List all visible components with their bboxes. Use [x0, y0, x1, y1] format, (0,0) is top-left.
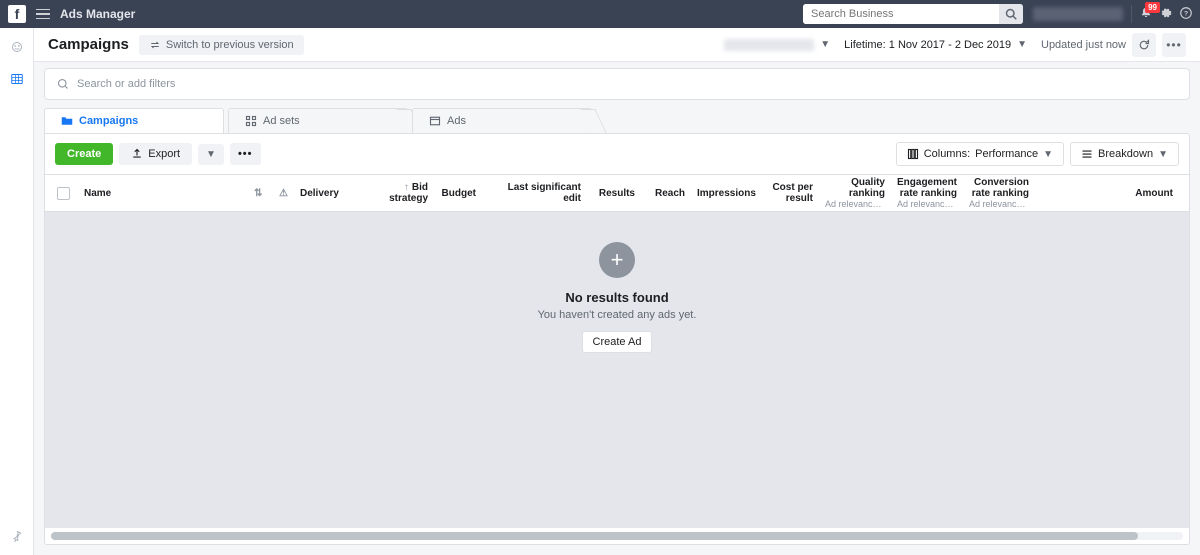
account-selector-redacted[interactable]: [724, 39, 814, 51]
select-all-checkbox[interactable]: [57, 187, 70, 200]
col-budget[interactable]: Budget: [434, 188, 482, 199]
date-caret-icon: ▼: [1017, 39, 1027, 50]
table-body: + No results found You haven't created a…: [45, 212, 1189, 528]
date-range-selector[interactable]: Lifetime: 1 Nov 2017 - 2 Dec 2019 ▼: [844, 39, 1027, 51]
app-title: Ads Manager: [60, 7, 135, 21]
tab-label: Ad sets: [263, 115, 300, 127]
export-label: Export: [148, 148, 180, 160]
horizontal-scrollbar[interactable]: [51, 532, 1183, 540]
breakdown-label: Breakdown: [1098, 148, 1153, 160]
svg-text:?: ?: [1184, 10, 1188, 17]
tab-label: Ads: [447, 115, 466, 127]
left-rail: [0, 28, 34, 555]
search-icon: [57, 78, 69, 90]
col-last-edit[interactable]: Last significant edit: [482, 182, 587, 204]
col-bid-strategy[interactable]: ↑Bid strategy: [364, 182, 434, 204]
caret-icon: ▼: [1043, 149, 1053, 160]
breakdown-button[interactable]: Breakdown ▼: [1070, 142, 1179, 166]
refresh-button[interactable]: [1132, 33, 1156, 57]
caret-icon: ▼: [1158, 149, 1168, 160]
filter-placeholder: Search or add filters: [77, 78, 175, 90]
plus-circle-icon: +: [599, 242, 635, 278]
rail-table-icon[interactable]: [8, 70, 26, 88]
account-name-redacted[interactable]: [1033, 7, 1123, 21]
updated-label: Updated just now: [1041, 39, 1126, 51]
main: Campaigns Switch to previous version ▼ L…: [34, 28, 1200, 555]
adsets-icon: [245, 115, 257, 127]
rail-pin-icon[interactable]: [8, 527, 26, 545]
switch-version-button[interactable]: Switch to previous version: [139, 35, 304, 55]
col-delivery[interactable]: Delivery: [294, 188, 364, 199]
refresh-icon: [1138, 39, 1150, 51]
settings-button[interactable]: [1160, 7, 1172, 22]
gear-icon: [1160, 7, 1172, 19]
empty-title: No results found: [565, 290, 668, 305]
more-icon: •••: [238, 148, 253, 160]
col-engagement-ranking[interactable]: Engagement rate ranking Ad relevance dia…: [891, 177, 963, 209]
columns-label: Columns:: [924, 148, 970, 160]
tab-ads[interactable]: Ads: [412, 108, 592, 133]
search-button[interactable]: [999, 4, 1023, 24]
export-dropdown-button[interactable]: ▼: [198, 144, 224, 165]
page-title: Campaigns: [48, 36, 129, 53]
create-ad-button[interactable]: Create Ad: [582, 331, 653, 353]
col-quality-ranking[interactable]: Quality ranking Ad relevance dia...: [819, 177, 891, 209]
tab-campaigns[interactable]: Campaigns: [44, 108, 224, 133]
folder-icon: [61, 115, 73, 127]
date-range-label: Lifetime: 1 Nov 2017 - 2 Dec 2019: [844, 39, 1011, 51]
notifications-button[interactable]: 99: [1140, 7, 1152, 22]
empty-subtitle: You haven't created any ads yet.: [538, 309, 697, 321]
tab-label: Campaigns: [79, 115, 138, 127]
separator: [1131, 5, 1132, 23]
updated-status: Updated just now: [1041, 39, 1126, 51]
breakdown-icon: [1081, 148, 1093, 160]
col-impressions[interactable]: Impressions: [691, 188, 761, 199]
col-sort-icon[interactable]: ⇅: [248, 188, 268, 199]
search-wrap: [803, 4, 1023, 24]
help-icon: ?: [1180, 7, 1192, 19]
rail-smiley-icon[interactable]: [8, 38, 26, 56]
create-label: Create: [67, 148, 101, 160]
account-caret-icon[interactable]: ▼: [820, 39, 830, 50]
create-button[interactable]: Create: [55, 143, 113, 165]
table-header: Name ⇅ ⚠ Delivery ↑Bid strategy Budget L…: [45, 174, 1189, 212]
switch-label: Switch to previous version: [166, 39, 294, 51]
scrollbar-thumb[interactable]: [51, 532, 1138, 540]
col-results[interactable]: Results: [587, 188, 641, 199]
tab-adsets[interactable]: Ad sets: [228, 108, 408, 133]
export-icon: [131, 148, 143, 160]
toolbar-more-button[interactable]: •••: [230, 143, 261, 165]
col-warning-icon[interactable]: ⚠: [268, 188, 294, 199]
menu-icon[interactable]: [36, 7, 50, 21]
help-button[interactable]: ?: [1180, 7, 1192, 22]
filter-bar[interactable]: Search or add filters: [44, 68, 1190, 100]
col-conversion-ranking[interactable]: Conversion rate ranking Ad relevance dia…: [963, 177, 1035, 209]
switch-icon: [149, 39, 161, 51]
export-button[interactable]: Export: [119, 143, 192, 165]
topbar: f Ads Manager 99 ?: [0, 0, 1200, 28]
ads-icon: [429, 115, 441, 127]
columns-value: Performance: [975, 148, 1038, 160]
columns-button[interactable]: Columns: Performance ▼: [896, 142, 1064, 166]
col-cost-per-result[interactable]: Cost per result: [761, 182, 819, 204]
search-icon: [1005, 8, 1017, 20]
toolbar: Create Export ▼ ••• Columns: Performance…: [45, 134, 1189, 174]
more-options-button[interactable]: •••: [1162, 33, 1186, 57]
col-name[interactable]: Name: [78, 188, 248, 199]
caret-icon: ▼: [206, 149, 216, 160]
content-panel: Create Export ▼ ••• Columns: Performance…: [44, 133, 1190, 545]
notification-badge: 99: [1145, 2, 1160, 13]
col-amount[interactable]: Amount: [1035, 188, 1179, 199]
titlebar: Campaigns Switch to previous version ▼ L…: [34, 28, 1200, 62]
columns-icon: [907, 148, 919, 160]
sort-arrow-icon: ↑: [404, 182, 409, 193]
more-icon: •••: [1166, 38, 1182, 52]
col-reach[interactable]: Reach: [641, 188, 691, 199]
facebook-logo[interactable]: f: [8, 5, 26, 23]
search-input[interactable]: [803, 4, 999, 24]
tabs: Campaigns Ad sets Ads: [44, 108, 1190, 133]
